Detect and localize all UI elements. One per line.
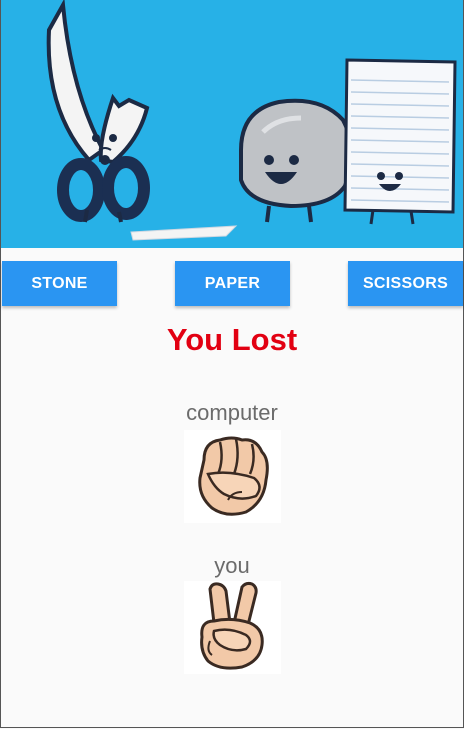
scissors-button[interactable]: SCISSORS — [348, 261, 463, 306]
computer-label: computer — [186, 400, 278, 425]
paper-button[interactable]: PAPER — [175, 261, 290, 306]
player-choice-image — [184, 581, 281, 674]
paper-character-icon — [343, 58, 457, 225]
result-text: You Lost — [166, 322, 298, 357]
victory-scissors-icon — [200, 581, 264, 670]
player-label: you — [214, 553, 250, 578]
scissors-character-icon — [46, 0, 150, 223]
banner-illustration — [46, 0, 457, 241]
rock-character-icon — [239, 98, 354, 223]
fist-stone-icon — [198, 436, 269, 516]
stone-button[interactable]: STONE — [2, 261, 117, 306]
app-screen: STONE PAPER SCISSORS You Lost computer y… — [0, 0, 464, 728]
banner-image — [1, 0, 463, 248]
computer-choice-image — [184, 430, 281, 523]
